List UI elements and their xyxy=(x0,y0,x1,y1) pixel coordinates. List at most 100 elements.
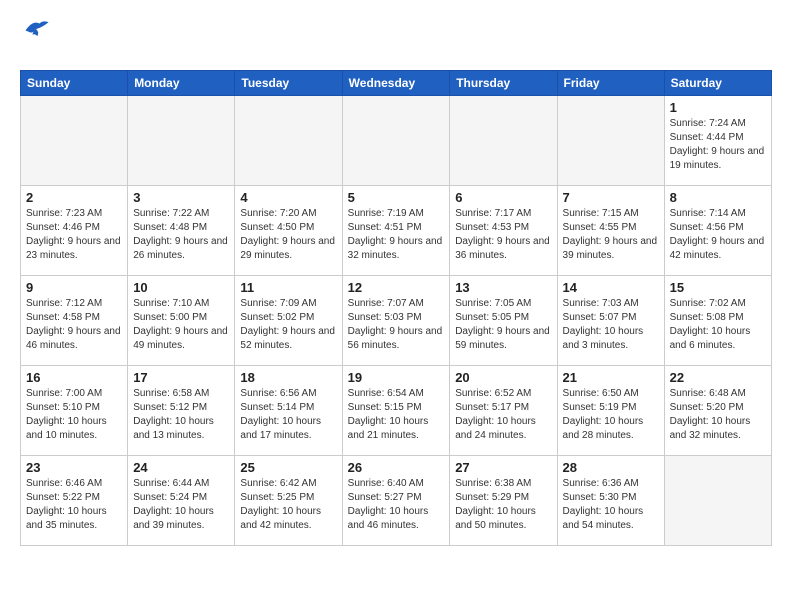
calendar-cell: 24 Sunrise: 6:44 AM Sunset: 5:24 PM Dayli… xyxy=(128,455,235,545)
day-info: Sunrise: 6:50 AM Sunset: 5:19 PM Dayligh… xyxy=(563,387,659,443)
calendar-cell xyxy=(235,95,342,185)
day-info: Sunrise: 7:20 AM Sunset: 4:50 PM Dayligh… xyxy=(240,207,336,263)
day-number: 8 xyxy=(670,190,766,205)
calendar-cell: 28 Sunrise: 6:36 AM Sunset: 5:30 PM Dayli… xyxy=(557,455,664,545)
calendar-cell: 2 Sunrise: 7:23 AM Sunset: 4:46 PM Daylig… xyxy=(21,185,128,275)
day-number: 4 xyxy=(240,190,336,205)
calendar-cell: 18 Sunrise: 6:56 AM Sunset: 5:14 PM Dayli… xyxy=(235,365,342,455)
day-number: 10 xyxy=(133,280,229,295)
week-row-5: 23 Sunrise: 6:46 AM Sunset: 5:22 PM Dayli… xyxy=(21,455,772,545)
day-number: 23 xyxy=(26,460,122,475)
weekday-header-monday: Monday xyxy=(128,70,235,95)
calendar-cell: 13 Sunrise: 7:05 AM Sunset: 5:05 PM Dayli… xyxy=(450,275,557,365)
day-info: Sunrise: 6:40 AM Sunset: 5:27 PM Dayligh… xyxy=(348,477,445,533)
calendar-cell: 21 Sunrise: 6:50 AM Sunset: 5:19 PM Dayli… xyxy=(557,365,664,455)
day-info: Sunrise: 7:02 AM Sunset: 5:08 PM Dayligh… xyxy=(670,297,766,353)
calendar-cell: 11 Sunrise: 7:09 AM Sunset: 5:02 PM Dayli… xyxy=(235,275,342,365)
day-info: Sunrise: 7:22 AM Sunset: 4:48 PM Dayligh… xyxy=(133,207,229,263)
day-number: 19 xyxy=(348,370,445,385)
calendar-cell: 16Sunrise: 7:00 AM Sunset: 5:10 PM Dayli… xyxy=(21,365,128,455)
day-info: Sunrise: 7:12 AM Sunset: 4:58 PM Dayligh… xyxy=(26,297,122,353)
day-number: 12 xyxy=(348,280,445,295)
logo-text xyxy=(20,43,50,60)
calendar-cell: 9 Sunrise: 7:12 AM Sunset: 4:58 PM Daylig… xyxy=(21,275,128,365)
calendar-cell: 23 Sunrise: 6:46 AM Sunset: 5:22 PM Dayli… xyxy=(21,455,128,545)
logo xyxy=(20,16,50,60)
day-info: Sunrise: 6:58 AM Sunset: 5:12 PM Dayligh… xyxy=(133,387,229,443)
day-info: Sunrise: 7:17 AM Sunset: 4:53 PM Dayligh… xyxy=(455,207,551,263)
day-info: Sunrise: 7:23 AM Sunset: 4:46 PM Dayligh… xyxy=(26,207,122,263)
calendar-cell: 8Sunrise: 7:14 AM Sunset: 4:56 PM Daylig… xyxy=(664,185,771,275)
calendar-cell: 3Sunrise: 7:22 AM Sunset: 4:48 PM Daylig… xyxy=(128,185,235,275)
day-info: Sunrise: 7:05 AM Sunset: 5:05 PM Dayligh… xyxy=(455,297,551,353)
week-row-3: 9 Sunrise: 7:12 AM Sunset: 4:58 PM Daylig… xyxy=(21,275,772,365)
day-info: Sunrise: 6:42 AM Sunset: 5:25 PM Dayligh… xyxy=(240,477,336,533)
calendar: SundayMondayTuesdayWednesdayThursdayFrid… xyxy=(20,70,772,546)
day-info: Sunrise: 6:52 AM Sunset: 5:17 PM Dayligh… xyxy=(455,387,551,443)
page: SundayMondayTuesdayWednesdayThursdayFrid… xyxy=(0,0,792,562)
weekday-header-wednesday: Wednesday xyxy=(342,70,450,95)
calendar-cell: 17 Sunrise: 6:58 AM Sunset: 5:12 PM Dayli… xyxy=(128,365,235,455)
calendar-cell: 6 Sunrise: 7:17 AM Sunset: 4:53 PM Daylig… xyxy=(450,185,557,275)
calendar-cell: 22Sunrise: 6:48 AM Sunset: 5:20 PM Dayli… xyxy=(664,365,771,455)
day-number: 11 xyxy=(240,280,336,295)
calendar-cell: 25 Sunrise: 6:42 AM Sunset: 5:25 PM Dayli… xyxy=(235,455,342,545)
day-number: 25 xyxy=(240,460,336,475)
day-info: Sunrise: 7:19 AM Sunset: 4:51 PM Dayligh… xyxy=(348,207,445,263)
day-info: Sunrise: 6:56 AM Sunset: 5:14 PM Dayligh… xyxy=(240,387,336,443)
calendar-cell: 19 Sunrise: 6:54 AM Sunset: 5:15 PM Dayli… xyxy=(342,365,450,455)
calendar-cell: 26 Sunrise: 6:40 AM Sunset: 5:27 PM Dayli… xyxy=(342,455,450,545)
calendar-cell: 4 Sunrise: 7:20 AM Sunset: 4:50 PM Daylig… xyxy=(235,185,342,275)
weekday-header-saturday: Saturday xyxy=(664,70,771,95)
day-info: Sunrise: 7:07 AM Sunset: 5:03 PM Dayligh… xyxy=(348,297,445,353)
day-info: Sunrise: 6:36 AM Sunset: 5:30 PM Dayligh… xyxy=(563,477,659,533)
day-number: 9 xyxy=(26,280,122,295)
day-info: Sunrise: 7:15 AM Sunset: 4:55 PM Dayligh… xyxy=(563,207,659,263)
calendar-cell: 12 Sunrise: 7:07 AM Sunset: 5:03 PM Dayli… xyxy=(342,275,450,365)
week-row-1: 1Sunrise: 7:24 AM Sunset: 4:44 PM Daylig… xyxy=(21,95,772,185)
day-number: 27 xyxy=(455,460,551,475)
day-number: 21 xyxy=(563,370,659,385)
day-number: 18 xyxy=(240,370,336,385)
day-info: Sunrise: 6:44 AM Sunset: 5:24 PM Dayligh… xyxy=(133,477,229,533)
day-number: 22 xyxy=(670,370,766,385)
calendar-cell xyxy=(21,95,128,185)
logo-bird-icon xyxy=(22,16,50,38)
day-info: Sunrise: 7:10 AM Sunset: 5:00 PM Dayligh… xyxy=(133,297,229,353)
day-info: Sunrise: 7:00 AM Sunset: 5:10 PM Dayligh… xyxy=(26,387,122,443)
day-number: 24 xyxy=(133,460,229,475)
calendar-cell xyxy=(664,455,771,545)
day-number: 14 xyxy=(563,280,659,295)
calendar-cell: 5 Sunrise: 7:19 AM Sunset: 4:51 PM Daylig… xyxy=(342,185,450,275)
day-info: Sunrise: 6:38 AM Sunset: 5:29 PM Dayligh… xyxy=(455,477,551,533)
day-number: 26 xyxy=(348,460,445,475)
calendar-cell xyxy=(342,95,450,185)
day-number: 5 xyxy=(348,190,445,205)
day-number: 17 xyxy=(133,370,229,385)
day-number: 1 xyxy=(670,100,766,115)
calendar-cell: 20 Sunrise: 6:52 AM Sunset: 5:17 PM Dayli… xyxy=(450,365,557,455)
calendar-cell: 27 Sunrise: 6:38 AM Sunset: 5:29 PM Dayli… xyxy=(450,455,557,545)
weekday-header-thursday: Thursday xyxy=(450,70,557,95)
day-number: 6 xyxy=(455,190,551,205)
calendar-cell: 14 Sunrise: 7:03 AM Sunset: 5:07 PM Dayli… xyxy=(557,275,664,365)
calendar-cell xyxy=(128,95,235,185)
day-info: Sunrise: 7:09 AM Sunset: 5:02 PM Dayligh… xyxy=(240,297,336,353)
calendar-cell: 15 Sunrise: 7:02 AM Sunset: 5:08 PM Dayli… xyxy=(664,275,771,365)
day-info: Sunrise: 7:03 AM Sunset: 5:07 PM Dayligh… xyxy=(563,297,659,353)
day-info: Sunrise: 6:46 AM Sunset: 5:22 PM Dayligh… xyxy=(26,477,122,533)
day-number: 15 xyxy=(670,280,766,295)
day-number: 13 xyxy=(455,280,551,295)
day-info: Sunrise: 6:54 AM Sunset: 5:15 PM Dayligh… xyxy=(348,387,445,443)
weekday-header-sunday: Sunday xyxy=(21,70,128,95)
weekday-header-friday: Friday xyxy=(557,70,664,95)
weekday-header-tuesday: Tuesday xyxy=(235,70,342,95)
week-row-2: 2 Sunrise: 7:23 AM Sunset: 4:46 PM Daylig… xyxy=(21,185,772,275)
day-number: 28 xyxy=(563,460,659,475)
day-number: 20 xyxy=(455,370,551,385)
header xyxy=(20,16,772,60)
day-number: 2 xyxy=(26,190,122,205)
weekday-header-row: SundayMondayTuesdayWednesdayThursdayFrid… xyxy=(21,70,772,95)
calendar-cell: 7Sunrise: 7:15 AM Sunset: 4:55 PM Daylig… xyxy=(557,185,664,275)
week-row-4: 16Sunrise: 7:00 AM Sunset: 5:10 PM Dayli… xyxy=(21,365,772,455)
